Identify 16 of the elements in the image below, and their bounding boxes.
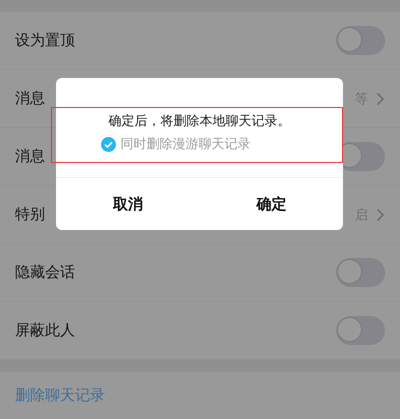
dialog-button[interactable]: 取消 xyxy=(56,178,200,230)
setting-label: 特别 xyxy=(15,205,45,224)
setting-label: 隐藏会话 xyxy=(15,263,75,282)
toggle-switch[interactable] xyxy=(336,316,385,345)
chevron-icon xyxy=(376,92,385,106)
chevron-icon xyxy=(376,208,385,222)
setting-label: 设为置顶 xyxy=(15,31,75,50)
setting-label: 消息 xyxy=(15,89,45,108)
toggle-switch[interactable] xyxy=(336,26,385,55)
checkbox[interactable] xyxy=(100,136,116,152)
toggle-switch[interactable] xyxy=(336,258,385,287)
dialog-message: 确定后，将删除本地聊天记录。 xyxy=(108,113,290,130)
option-label: 同时删除漫游聊天记录 xyxy=(120,136,250,153)
setting-label: 屏蔽此人 xyxy=(15,321,75,340)
setting-label: 消息 xyxy=(15,147,45,166)
dialog-button[interactable]: 确定 xyxy=(200,178,343,230)
